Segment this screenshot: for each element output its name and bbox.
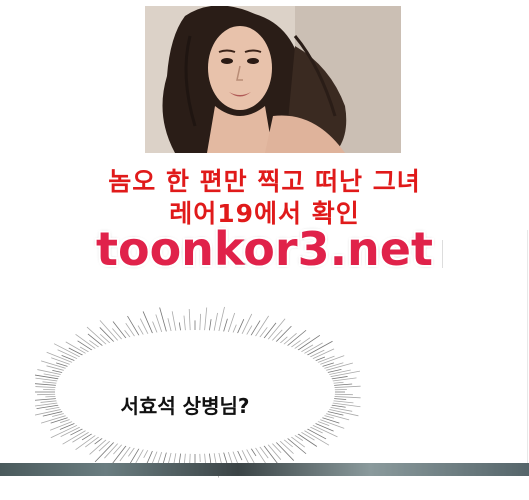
webtoon-page: 놈오 한 편만 찍고 떠난 그녀 레어19에서 확인 toonkor3.net … bbox=[0, 0, 529, 478]
ad-photo[interactable] bbox=[145, 6, 401, 153]
burst-stroke bbox=[203, 307, 208, 334]
burst-stroke bbox=[159, 307, 168, 335]
burst-stroke bbox=[99, 320, 121, 344]
next-panel-edge bbox=[0, 463, 529, 476]
burst-stroke bbox=[217, 306, 225, 335]
burst-stroke bbox=[142, 311, 155, 337]
page-edge-line bbox=[527, 230, 528, 476]
ad-url-link[interactable]: toonkor3.net bbox=[0, 222, 529, 276]
speech-text: 서효석 상병님? bbox=[120, 394, 250, 418]
divider-mark bbox=[442, 240, 443, 268]
burst-stroke bbox=[94, 439, 117, 463]
ad-photo-image bbox=[145, 6, 401, 153]
ad-headline[interactable]: 놈오 한 편만 찍고 떠난 그녀 bbox=[0, 162, 529, 198]
